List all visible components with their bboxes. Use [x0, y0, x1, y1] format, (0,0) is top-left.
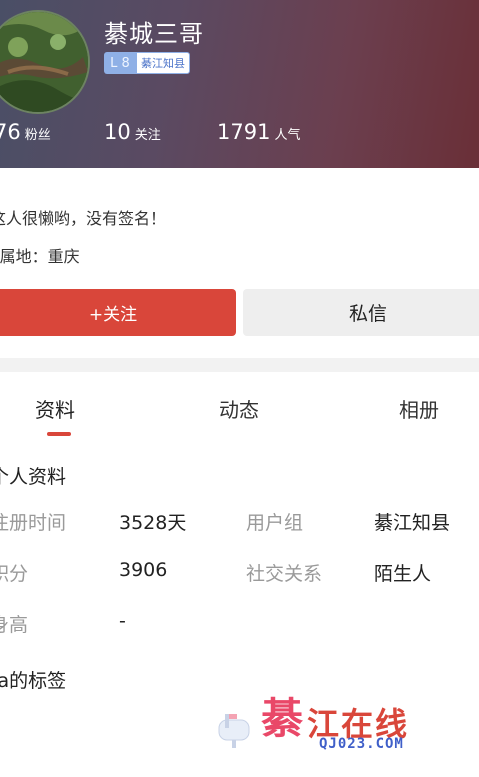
message-button[interactable]: 私信	[243, 289, 479, 336]
avatar[interactable]	[0, 10, 90, 114]
profile-header: 綦城三哥 L 8 綦江知县 76 粉丝 10 关注 1791 人气	[0, 0, 479, 168]
field-value-relationship: 陌生人	[374, 563, 432, 585]
field-label-relationship: 社交关系	[246, 563, 323, 585]
tab-activity[interactable]: 动态	[219, 394, 259, 423]
tags-section-title: ta的标签	[0, 670, 67, 692]
field-label-user-group: 用户组	[246, 512, 304, 534]
active-tab-indicator	[47, 432, 71, 436]
field-value-points: 3906	[119, 559, 168, 581]
section-divider	[0, 358, 479, 372]
field-value-register-time: 3528天	[119, 512, 187, 534]
stat-fans-label: 粉丝	[24, 128, 51, 143]
stat-following-label: 关注	[134, 128, 161, 143]
stat-popularity: 1791 人气	[217, 120, 300, 144]
level-badge: L 8	[104, 52, 136, 74]
watermark-domain: QJ023.COM	[319, 736, 404, 752]
field-value-user-group: 綦江知县	[374, 512, 451, 534]
field-label-register-time: 注册时间	[0, 512, 67, 534]
watermark-brand: 綦江在线	[261, 690, 409, 743]
stat-popularity-label: 人气	[274, 128, 301, 143]
title-badge: 綦江知县	[136, 52, 190, 74]
user-signature: 这人很懒哟，没有签名！	[0, 209, 167, 228]
field-value-height: -	[119, 610, 126, 632]
stat-fans-value: 76	[0, 120, 21, 144]
mailbox-icon	[218, 714, 250, 748]
watermark-brand-first: 綦	[261, 694, 304, 743]
tab-profile[interactable]: 资料	[35, 394, 75, 423]
stat-popularity-value: 1791	[217, 120, 271, 144]
follow-button[interactable]: +关注	[0, 289, 236, 336]
ip-location: P属地：重庆	[0, 247, 80, 266]
site-watermark: 綦江在线 QJ023.COM	[215, 690, 470, 765]
stat-fans[interactable]: 76 粉丝	[0, 120, 51, 144]
user-badges: L 8 綦江知县	[104, 52, 190, 74]
stat-following-value: 10	[104, 120, 131, 144]
username: 綦城三哥	[104, 20, 204, 48]
field-label-height: 身高	[0, 614, 29, 636]
details-section-title: 个人资料	[0, 466, 67, 488]
stat-following[interactable]: 10 关注	[104, 120, 161, 144]
tab-album[interactable]: 相册	[399, 394, 439, 423]
avatar-image	[0, 12, 88, 112]
field-label-points: 积分	[0, 563, 29, 585]
